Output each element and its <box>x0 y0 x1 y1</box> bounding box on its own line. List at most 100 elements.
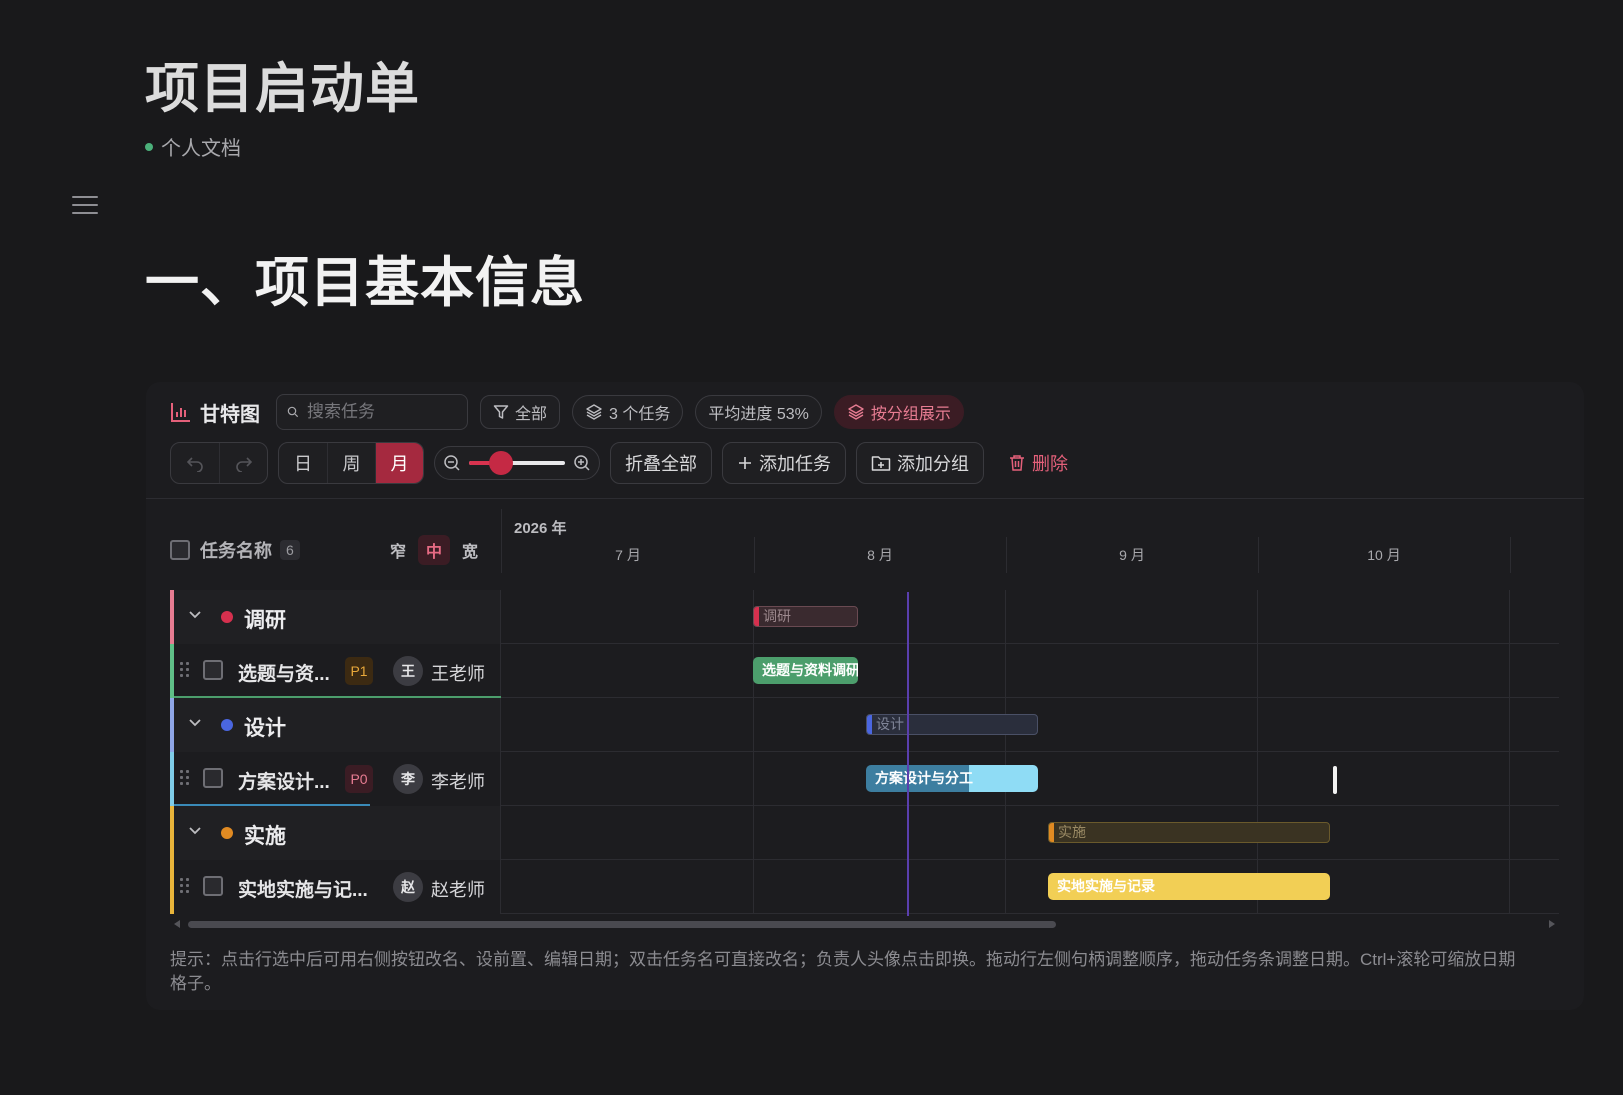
task-name[interactable]: 选题与资... <box>238 659 330 686</box>
view-month-button[interactable]: 月 <box>375 443 423 483</box>
group-bar-design[interactable]: 设计 <box>866 714 1038 735</box>
group-name[interactable]: 实施 <box>244 820 286 850</box>
task-row-topic-research[interactable]: 选题与资... P1 王 王老师 选题与资料调研 <box>170 644 1559 699</box>
owner-name: 赵老师 <box>431 880 485 900</box>
grid-line <box>1005 644 1006 698</box>
task-row-field-implementation[interactable]: 实地实施与记... 赵 赵老师 实地实施与记录 <box>170 860 1559 914</box>
group-name[interactable]: 设计 <box>244 712 286 742</box>
zoom-slider[interactable] <box>469 451 565 475</box>
row-label-panel: 设计 <box>170 698 501 752</box>
row-timeline: 选题与资料调研 <box>501 644 1559 698</box>
density-narrow[interactable]: 窄 <box>382 535 414 565</box>
add-task-label: 添加任务 <box>759 454 831 474</box>
undo-button[interactable] <box>171 443 219 483</box>
toolbar-divider <box>146 498 1584 499</box>
task-bar[interactable]: 实地实施与记录 <box>1048 873 1330 900</box>
today-line <box>907 592 909 916</box>
chevron-down-icon[interactable] <box>188 608 202 622</box>
month-label: 7 月 <box>615 547 641 563</box>
section-heading[interactable]: 一、项目基本信息 <box>145 238 585 317</box>
avatar[interactable]: 李 <box>393 764 423 794</box>
view-week-button[interactable]: 周 <box>327 443 375 483</box>
priority-badge[interactable]: P0 <box>345 765 373 793</box>
row-timeline: 设计 <box>501 698 1559 752</box>
gantt-toolbar-top: 甘特图 全部 3 个任务 平均进度 53% 按分组展示 <box>170 394 964 430</box>
add-group-button[interactable]: 添加分组 <box>856 442 984 484</box>
priority-badge[interactable]: P1 <box>345 657 373 685</box>
search-input[interactable] <box>307 402 457 422</box>
grid-line <box>1005 860 1006 914</box>
delete-button[interactable]: 删除 <box>994 442 1082 484</box>
group-row-research[interactable]: 调研 调研 <box>170 590 1559 644</box>
avatar[interactable]: 赵 <box>393 872 423 902</box>
grid-line <box>753 752 754 806</box>
group-view-toggle[interactable]: 按分组展示 <box>833 395 964 429</box>
month-label: 9 月 <box>1119 547 1145 563</box>
scroll-right-icon[interactable] <box>1549 920 1555 928</box>
document-title[interactable]: 项目启动单 <box>145 44 420 123</box>
folder-plus-icon <box>871 456 891 471</box>
task-checkbox[interactable] <box>203 660 223 680</box>
task-bar[interactable]: 选题与资料调研 <box>753 657 858 684</box>
group-name[interactable]: 调研 <box>244 604 286 634</box>
task-checkbox[interactable] <box>203 876 223 896</box>
menu-icon[interactable] <box>72 196 98 218</box>
select-all-checkbox[interactable] <box>170 540 190 560</box>
month-label: 8 月 <box>867 547 893 563</box>
gantt-block: 甘特图 全部 3 个任务 平均进度 53% 按分组展示 <box>146 382 1584 1010</box>
drag-handle-icon[interactable] <box>180 770 190 785</box>
view-day-button[interactable]: 日 <box>279 443 327 483</box>
add-task-button[interactable]: 添加任务 <box>722 442 846 484</box>
drag-handle-icon[interactable] <box>180 878 190 893</box>
group-bar-cap <box>754 607 759 626</box>
chevron-down-icon[interactable] <box>188 824 202 838</box>
filter-button[interactable]: 全部 <box>480 395 561 429</box>
grid-line <box>1509 752 1510 806</box>
help-hint: 提示：点击行选中后可用右侧按钮改名、设前置、编辑日期；双击任务名可直接改名；负责… <box>170 950 1516 993</box>
density-wide[interactable]: 宽 <box>454 535 486 565</box>
row-timeline: 方案设计与分工 <box>501 752 1559 806</box>
zoom-in-icon[interactable] <box>573 454 591 472</box>
filter-icon <box>493 405 509 419</box>
scrollbar-thumb[interactable] <box>188 921 1056 928</box>
task-bar[interactable]: 方案设计与分工 <box>866 765 1038 792</box>
density-medium[interactable]: 中 <box>418 535 450 565</box>
horizontal-scrollbar[interactable] <box>170 918 1559 930</box>
avg-progress-pill: 平均进度 53% <box>695 395 822 429</box>
redo-button[interactable] <box>219 443 267 483</box>
group-row-design[interactable]: 设计 设计 <box>170 698 1559 752</box>
grid-line <box>1509 644 1510 698</box>
task-checkbox[interactable] <box>203 768 223 788</box>
zoom-out-icon[interactable] <box>443 454 461 472</box>
task-column-header: 任务名称 6 窄 中 宽 <box>170 527 486 573</box>
row-label-panel: 实施 <box>170 806 501 860</box>
drag-handle-icon[interactable] <box>180 662 190 677</box>
task-row-solution-design[interactable]: 方案设计... P0 李 李老师 方案设计与分工 <box>170 752 1559 807</box>
group-color-bar <box>170 644 174 698</box>
search-box[interactable] <box>276 394 468 430</box>
group-bar-implementation[interactable]: 实施 <box>1048 822 1330 843</box>
grid-line <box>1509 806 1510 860</box>
month-divider <box>1510 537 1511 573</box>
grid-line <box>1509 590 1510 644</box>
layers-icon <box>848 404 864 420</box>
chart-icon <box>171 403 190 422</box>
zoom-control <box>434 446 600 480</box>
search-icon <box>287 406 299 418</box>
document-location[interactable]: 个人文档 <box>161 132 241 161</box>
task-name[interactable]: 实地实施与记... <box>238 875 368 902</box>
owner-name: 李老师 <box>431 772 485 792</box>
task-name[interactable]: 方案设计... <box>238 767 330 794</box>
collapse-all-button[interactable]: 折叠全部 <box>610 442 712 484</box>
timeline-header: 2026 年 7 月 8 月 9 月 10 月 <box>501 509 1559 573</box>
scroll-left-icon[interactable] <box>174 920 180 928</box>
filter-label: 全部 <box>515 406 548 423</box>
avatar[interactable]: 王 <box>393 656 423 686</box>
group-color-bar <box>170 806 174 860</box>
group-bar-research[interactable]: 调研 <box>753 606 858 627</box>
chevron-down-icon[interactable] <box>188 716 202 730</box>
row-timeline: 实地实施与记录 <box>501 860 1559 914</box>
grid-line <box>1005 806 1006 860</box>
group-row-implementation[interactable]: 实施 实施 <box>170 806 1559 860</box>
zoom-slider-knob[interactable] <box>488 451 513 475</box>
